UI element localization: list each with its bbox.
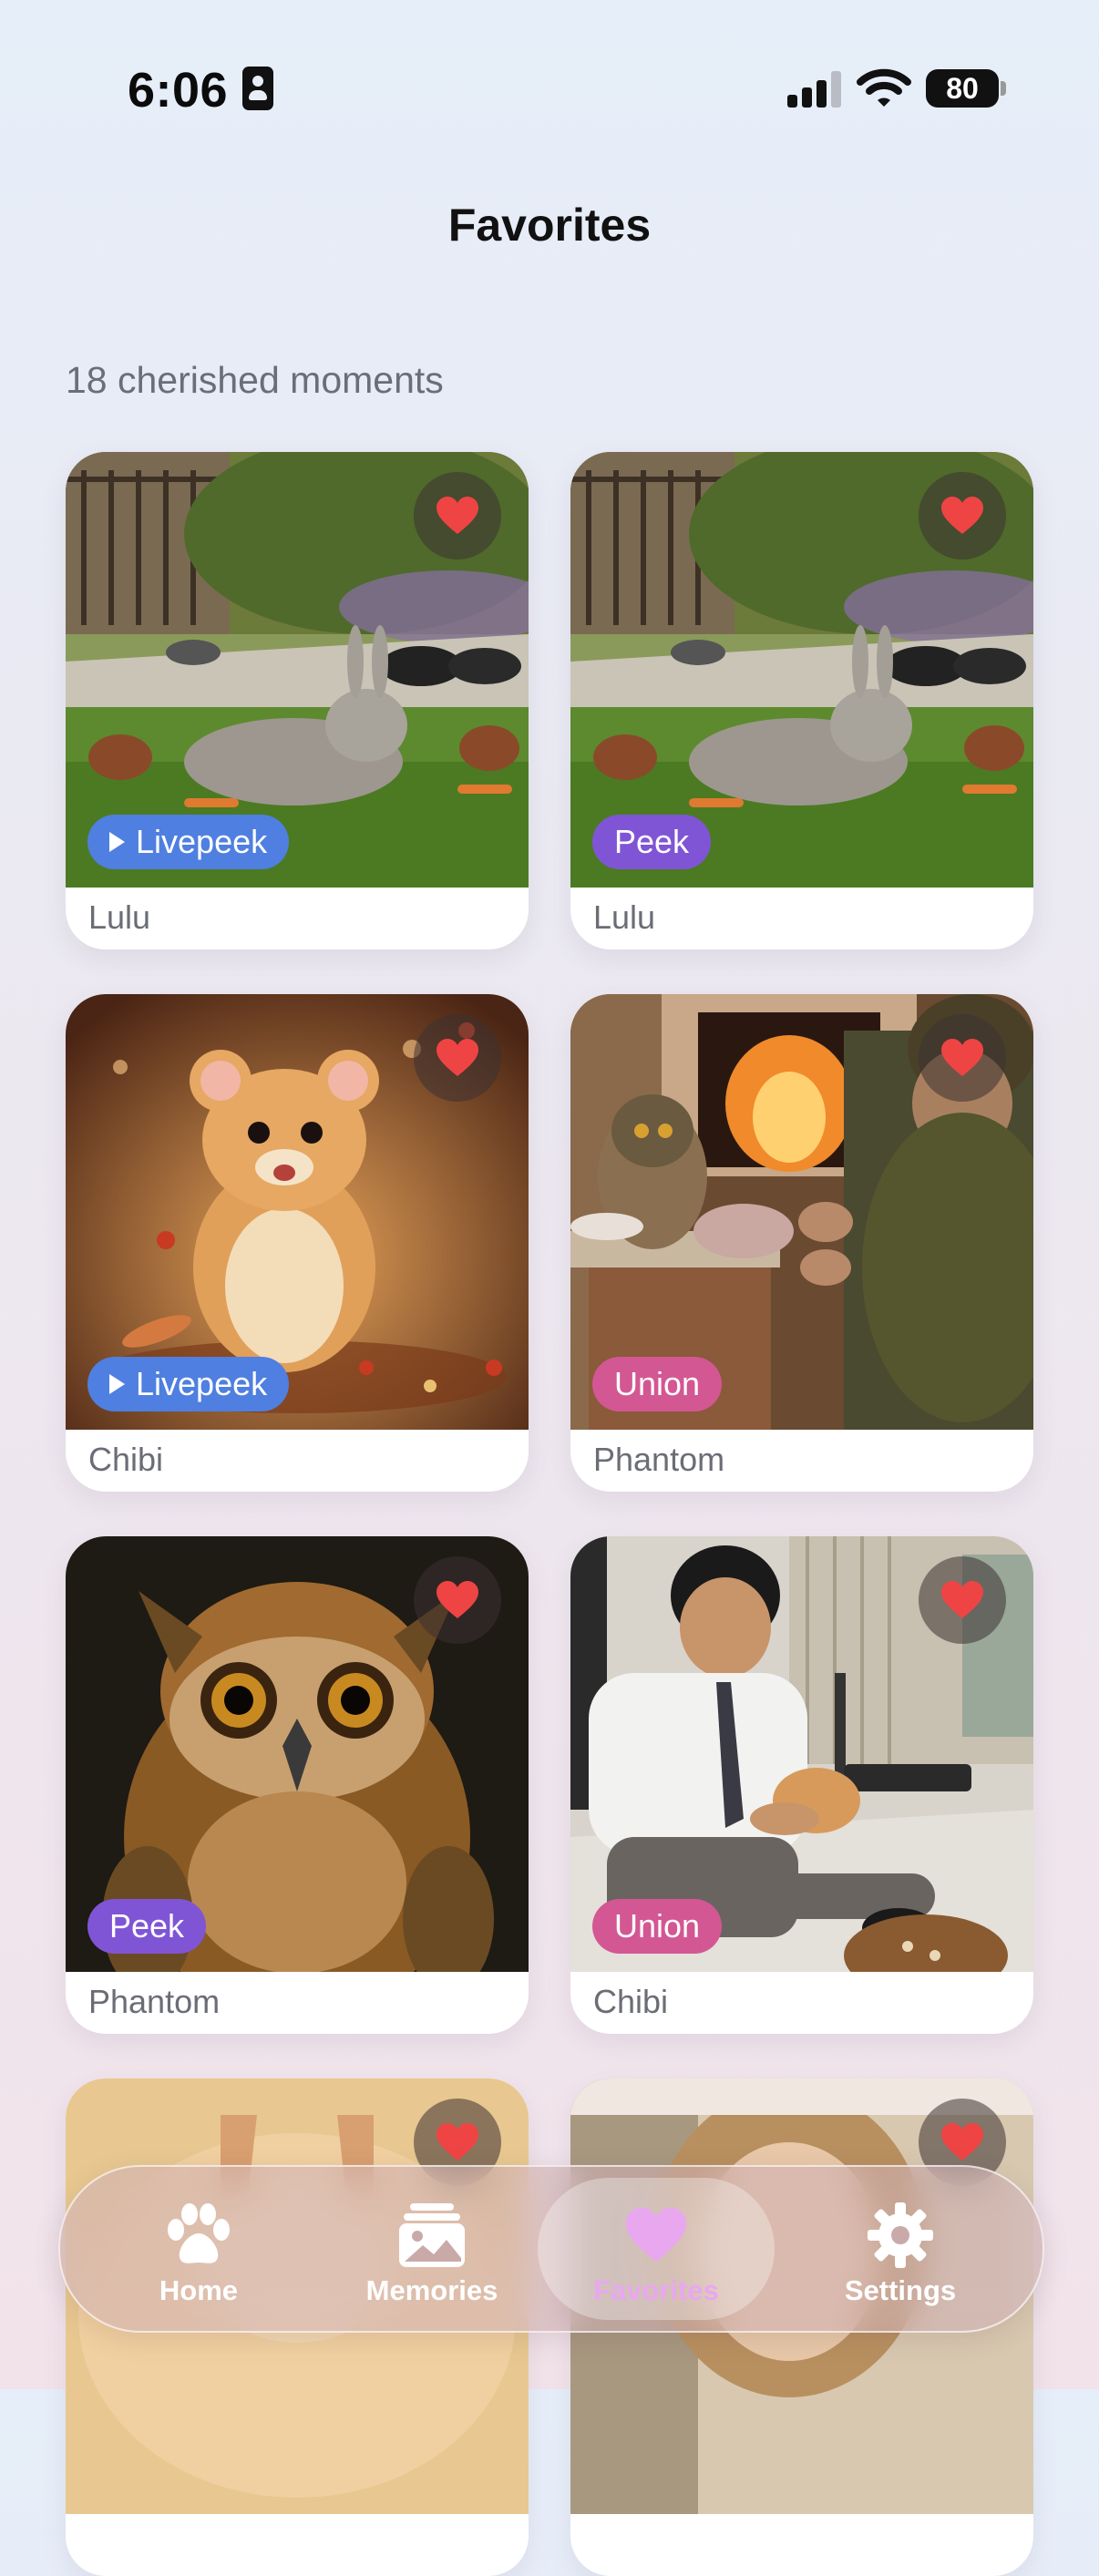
heart-icon <box>941 1039 983 1076</box>
gear-icon <box>782 2200 1019 2271</box>
cellular-signal-icon <box>787 71 842 108</box>
favorite-card[interactable]: Peek Phantom <box>66 1536 529 2034</box>
heart-icon <box>437 1581 478 1618</box>
battery-cap <box>1001 81 1006 96</box>
battery-indicator: 80 <box>926 69 999 108</box>
badge-label: Livepeek <box>136 1365 268 1402</box>
favorite-card[interactable]: Union Phantom <box>570 994 1033 1492</box>
union-badge: Union <box>592 1899 723 1954</box>
livepeek-badge: Livepeek <box>87 815 290 869</box>
peek-badge: Peek <box>87 1899 207 1954</box>
favorite-card[interactable]: Union Chibi <box>570 1536 1033 2034</box>
livepeek-badge: Livepeek <box>87 1357 290 1411</box>
pet-name: Phantom <box>88 1983 221 2020</box>
contact-card-icon <box>242 67 273 110</box>
pet-name: Lulu <box>88 898 151 936</box>
play-icon <box>109 1374 125 1394</box>
favorite-toggle-button[interactable] <box>414 472 501 559</box>
pet-name: Chibi <box>88 1441 164 1478</box>
play-icon <box>109 832 125 852</box>
moments-count: 18 cherished moments <box>66 359 444 401</box>
favorite-toggle-button[interactable] <box>919 1556 1006 1644</box>
photo-stack-icon <box>313 2200 550 2271</box>
paw-icon <box>80 2200 317 2271</box>
tab-home[interactable]: Home <box>80 2178 317 2320</box>
favorite-toggle-button[interactable] <box>919 472 1006 559</box>
heart-icon <box>538 2200 775 2271</box>
tab-label: Favorites <box>593 2274 719 2306</box>
badge-label: Livepeek <box>136 823 268 860</box>
favorite-toggle-button[interactable] <box>414 1556 501 1644</box>
badge-label: Peek <box>614 823 690 860</box>
badge-label: Union <box>614 1907 701 1945</box>
page-title: Favorites <box>447 200 652 251</box>
heart-icon <box>941 2123 983 2160</box>
tab-label: Memories <box>365 2274 498 2306</box>
pet-name: Phantom <box>593 1441 725 1478</box>
heart-icon <box>941 1581 983 1618</box>
favorite-card[interactable]: Livepeek Lulu <box>66 452 529 949</box>
wifi-icon <box>857 68 911 107</box>
badge-label: Union <box>614 1365 701 1402</box>
heart-icon <box>437 1039 478 1076</box>
favorite-toggle-button[interactable] <box>919 1014 1006 1102</box>
tab-favorites[interactable]: Favorites <box>538 2178 775 2320</box>
peek-badge: Peek <box>592 815 712 869</box>
union-badge: Union <box>592 1357 723 1411</box>
pet-name: Lulu <box>593 898 656 936</box>
tab-label: Home <box>159 2274 239 2306</box>
tab-settings[interactable]: Settings <box>782 2178 1019 2320</box>
tab-bar: Home Memories Favorites Settings <box>58 2165 1044 2333</box>
badge-label: Peek <box>109 1907 185 1945</box>
tab-memories[interactable]: Memories <box>313 2178 550 2320</box>
status-bar: 6:06 80 <box>0 0 1099 173</box>
favorite-toggle-button[interactable] <box>414 1014 501 1102</box>
tab-label: Settings <box>844 2274 957 2306</box>
favorite-card[interactable]: Livepeek Chibi <box>66 994 529 1492</box>
status-time: 6:06 <box>128 63 229 118</box>
heart-icon <box>941 497 983 534</box>
pet-name: Chibi <box>593 1983 669 2020</box>
heart-icon <box>437 497 478 534</box>
favorite-card[interactable]: Peek Lulu <box>570 452 1033 949</box>
heart-icon <box>437 2123 478 2160</box>
